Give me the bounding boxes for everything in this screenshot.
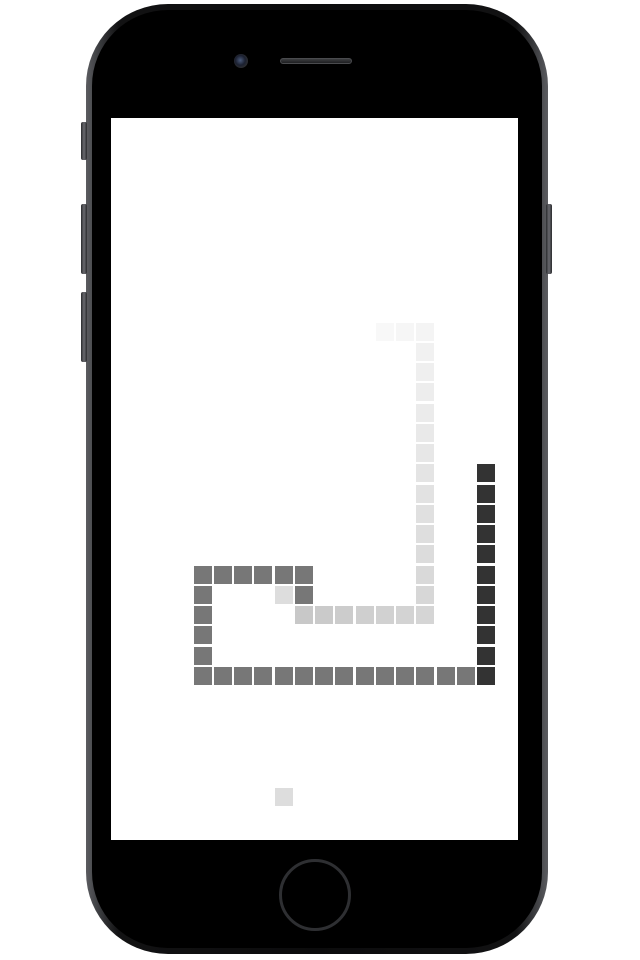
snake-gray-segment xyxy=(194,586,212,604)
snake-light-segment xyxy=(416,545,434,563)
snake-gray-segment xyxy=(234,566,252,584)
snake-light-segment xyxy=(416,606,434,624)
snake-light-segment xyxy=(416,525,434,543)
snake-dark-segment xyxy=(477,464,495,482)
home-button[interactable] xyxy=(279,859,351,931)
snake-gray-segment xyxy=(214,566,232,584)
snake-dark-segment xyxy=(477,647,495,665)
snake-light-segment xyxy=(335,606,353,624)
snake-light-segment xyxy=(416,343,434,361)
snake-gray-segment xyxy=(275,566,293,584)
snake-gray-segment xyxy=(315,667,333,685)
snake-light-segment xyxy=(416,505,434,523)
snake-dark-segment xyxy=(477,525,495,543)
snake-light-segment xyxy=(416,383,434,401)
front-camera-icon xyxy=(234,54,248,68)
snake-light-segment xyxy=(376,323,394,341)
power-button xyxy=(546,204,552,274)
snake-gray-segment xyxy=(194,606,212,624)
game-board[interactable] xyxy=(111,118,518,840)
snake-light-segment xyxy=(416,464,434,482)
snake-gray-segment xyxy=(437,667,455,685)
snake-gray-segment xyxy=(335,667,353,685)
snake-light-segment xyxy=(416,363,434,381)
snake-light-segment xyxy=(416,586,434,604)
snake-dark-segment xyxy=(477,626,495,644)
snake-gray-segment xyxy=(416,667,434,685)
snake-gray-segment xyxy=(194,566,212,584)
snake-gray-segment xyxy=(295,667,313,685)
snake-gray-segment xyxy=(214,667,232,685)
snake-dark-segment xyxy=(477,586,495,604)
snake-light-segment xyxy=(315,606,333,624)
snake-light-segment xyxy=(416,566,434,584)
food-pellet xyxy=(275,586,293,604)
snake-gray-segment xyxy=(396,667,414,685)
snake-light-segment xyxy=(416,404,434,422)
snake-light-segment xyxy=(396,323,414,341)
snake-gray-segment xyxy=(275,667,293,685)
snake-dark-segment xyxy=(477,566,495,584)
snake-gray-segment xyxy=(295,586,313,604)
snake-gray-segment xyxy=(457,667,475,685)
snake-gray-segment xyxy=(194,626,212,644)
mute-switch xyxy=(81,122,87,160)
snake-dark-segment xyxy=(477,505,495,523)
snake-dark-segment xyxy=(477,606,495,624)
snake-gray-segment xyxy=(194,667,212,685)
snake-light-segment xyxy=(396,606,414,624)
snake-gray-segment xyxy=(295,566,313,584)
earpiece-speaker xyxy=(280,58,352,64)
snake-gray-segment xyxy=(376,667,394,685)
snake-gray-segment xyxy=(194,647,212,665)
snake-gray-segment xyxy=(254,667,272,685)
snake-light-segment xyxy=(356,606,374,624)
snake-gray-segment xyxy=(356,667,374,685)
snake-light-segment xyxy=(376,606,394,624)
volume-up-button xyxy=(81,204,87,274)
snake-dark-segment xyxy=(477,667,495,685)
volume-down-button xyxy=(81,292,87,362)
snake-light-segment xyxy=(416,485,434,503)
snake-dark-segment xyxy=(477,485,495,503)
snake-light-segment xyxy=(416,424,434,442)
snake-gray-segment xyxy=(254,566,272,584)
food-pellet xyxy=(275,788,293,806)
snake-light-segment xyxy=(416,444,434,462)
snake-light-segment xyxy=(416,323,434,341)
snake-gray-segment xyxy=(234,667,252,685)
snake-light-segment xyxy=(295,606,313,624)
snake-dark-segment xyxy=(477,545,495,563)
